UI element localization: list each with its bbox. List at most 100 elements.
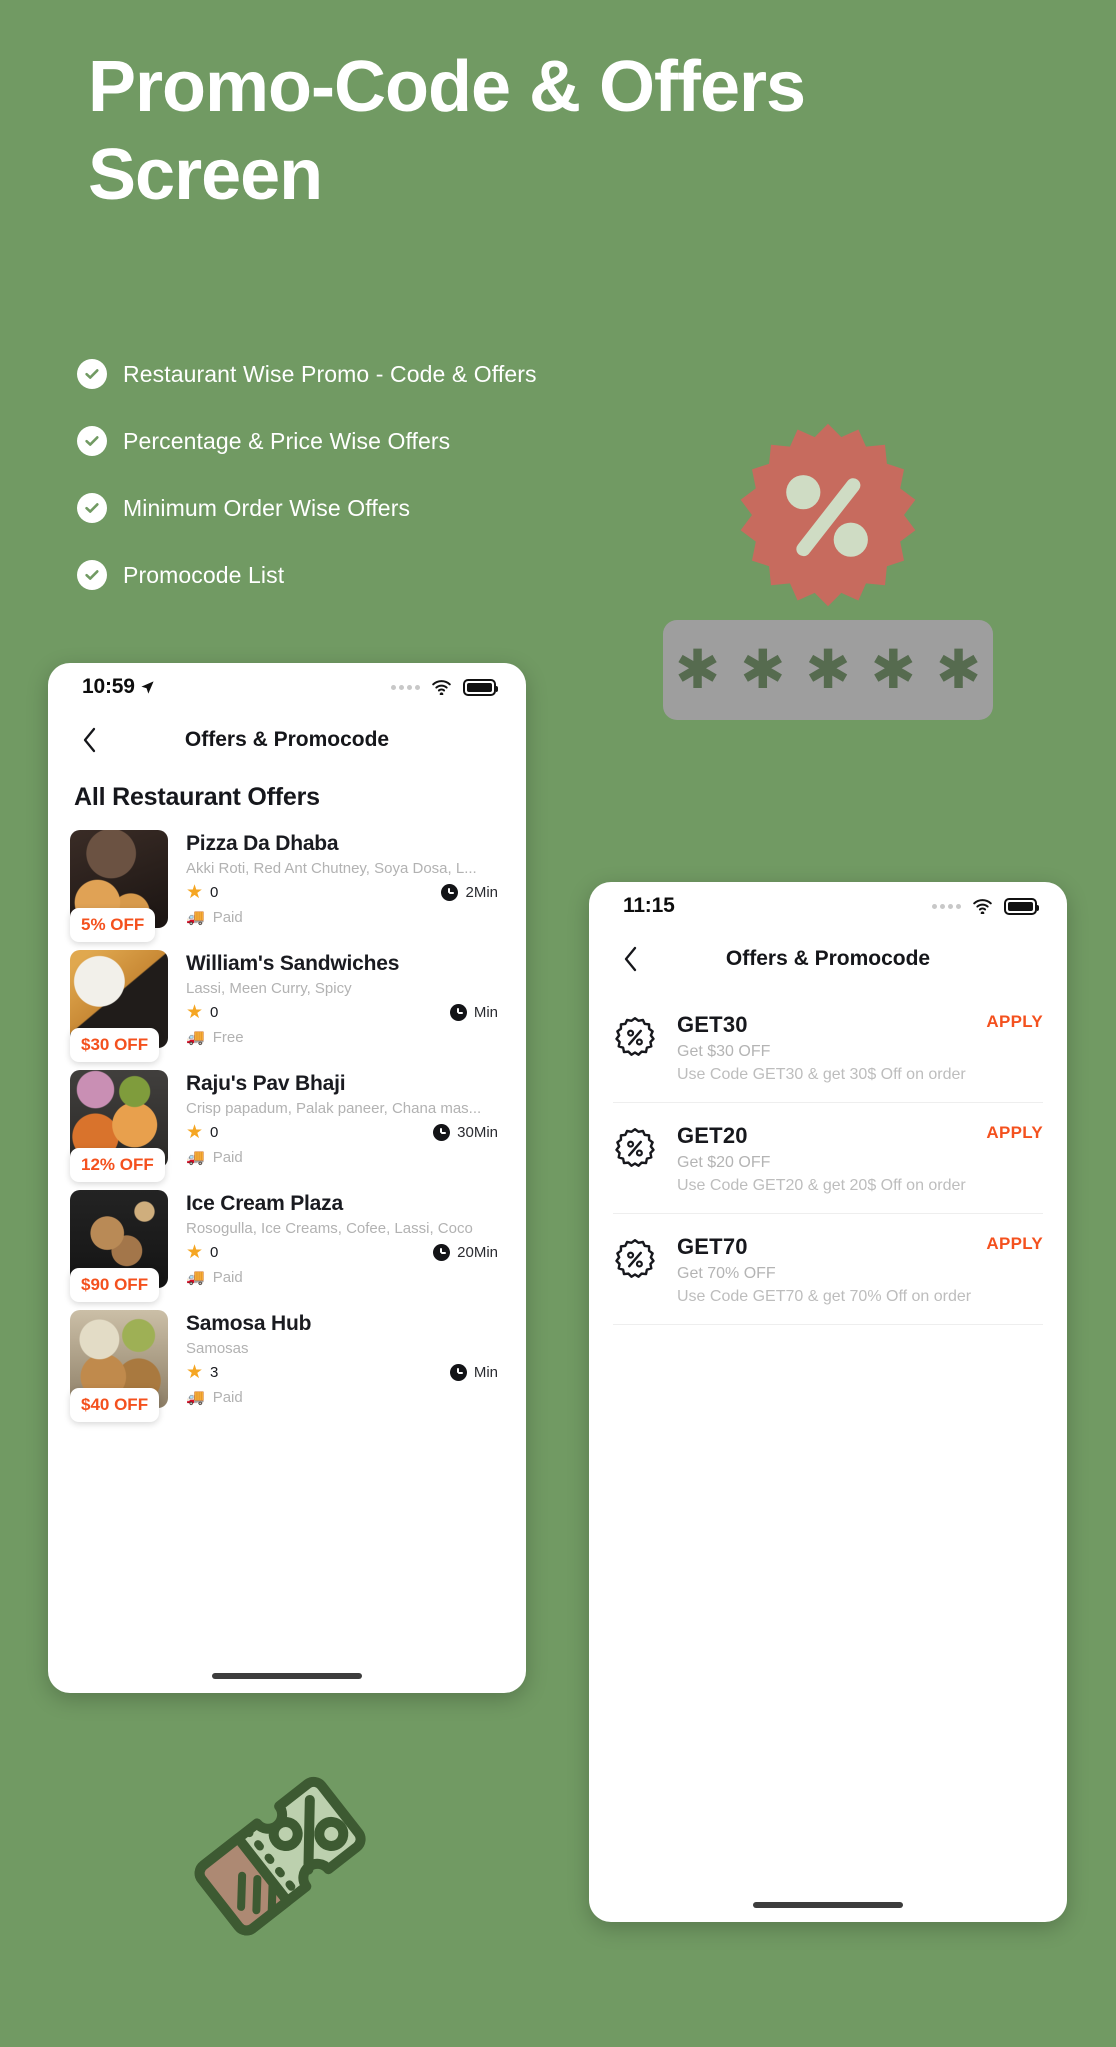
apply-button[interactable]: APPLY bbox=[986, 1234, 1043, 1254]
status-bar: 10:59 bbox=[48, 663, 526, 711]
restaurant-list-item[interactable]: $90 OFF Ice Cream Plaza Rosogulla, Ice C… bbox=[70, 1182, 504, 1302]
promocode-list-item[interactable]: GET20 APPLY Get $20 OFF Use Code GET20 &… bbox=[613, 1103, 1043, 1214]
rating-value: 0 bbox=[210, 1004, 219, 1021]
promocode-code: GET30 bbox=[677, 1012, 748, 1037]
rating-group: ★ 3 bbox=[186, 1363, 218, 1382]
delivery-time-group: Min bbox=[449, 1004, 498, 1021]
promocode-list-item[interactable]: GET30 APPLY Get $30 OFF Use Code GET30 &… bbox=[613, 992, 1043, 1103]
apply-button[interactable]: APPLY bbox=[986, 1012, 1043, 1032]
delivery-fee-group: 🚚 Free bbox=[186, 1029, 504, 1046]
restaurant-name: William's Sandwiches bbox=[186, 952, 400, 975]
restaurant-meta: ★ 3 Min bbox=[186, 1363, 504, 1382]
promocode-subtitle: Get $20 OFF bbox=[677, 1154, 771, 1171]
feature-item-2: Minimum Order Wise Offers bbox=[77, 486, 697, 530]
restaurant-list-item[interactable]: 5% OFF Pizza Da Dhaba Akki Roti, Red Ant… bbox=[70, 822, 504, 942]
offer-badge: $40 OFF bbox=[70, 1388, 160, 1422]
offer-badge: $30 OFF bbox=[70, 1028, 160, 1062]
delivery-time-value: Min bbox=[473, 1364, 498, 1381]
coupon-ticket-icon bbox=[188, 1745, 388, 1955]
restaurant-name: Raju's Pav Bhaji bbox=[186, 1072, 346, 1095]
nav-title: Offers & Promocode bbox=[725, 947, 931, 970]
restaurant-description: Lassi, Meen Curry, Spicy bbox=[186, 980, 352, 997]
status-time: 10:59 bbox=[82, 675, 135, 698]
asterisk-glyph: ✱ bbox=[740, 638, 786, 701]
apply-button[interactable]: APPLY bbox=[986, 1123, 1043, 1143]
asterisk-glyph: ✱ bbox=[870, 638, 916, 701]
restaurant-list-item[interactable]: 12% OFF Raju's Pav Bhaji Crisp papadum, … bbox=[70, 1062, 504, 1182]
feature-item-label: Percentage & Price Wise Offers bbox=[123, 427, 451, 454]
star-icon: ★ bbox=[186, 1362, 204, 1383]
feature-list: Restaurant Wise Promo - Code & Offers Pe… bbox=[77, 352, 697, 620]
status-icons bbox=[932, 897, 1039, 915]
feature-item-1: Percentage & Price Wise Offers bbox=[77, 419, 697, 463]
star-icon: ★ bbox=[186, 882, 204, 903]
restaurant-info: Pizza Da Dhaba Akki Roti, Red Ant Chutne… bbox=[186, 830, 504, 928]
feature-item-label: Restaurant Wise Promo - Code & Offers bbox=[123, 360, 537, 387]
offer-badge: 12% OFF bbox=[70, 1148, 165, 1182]
star-icon: ★ bbox=[186, 1242, 204, 1263]
restaurant-description: Samosas bbox=[186, 1340, 249, 1357]
rating-value: 3 bbox=[210, 1364, 219, 1381]
delivery-truck-icon: 🚚 bbox=[186, 1269, 205, 1286]
rating-value: 0 bbox=[210, 1244, 219, 1261]
delivery-fee-value: Free bbox=[212, 1029, 244, 1046]
section-title: All Restaurant Offers bbox=[74, 783, 320, 811]
rating-value: 0 bbox=[210, 884, 219, 901]
asterisk-glyph: ✱ bbox=[674, 638, 721, 701]
delivery-truck-icon: 🚚 bbox=[186, 1029, 205, 1046]
feature-item-label: Minimum Order Wise Offers bbox=[123, 494, 411, 521]
check-circle-icon bbox=[77, 493, 107, 523]
promocode-subtitle: Get 70% OFF bbox=[677, 1265, 776, 1282]
delivery-time-value: 2Min bbox=[465, 884, 498, 901]
wifi-icon bbox=[973, 899, 992, 914]
offer-badge: 5% OFF bbox=[70, 908, 156, 942]
promocode-description: Use Code GET70 & get 70% Off on order bbox=[677, 1288, 972, 1305]
promocode-description: Use Code GET20 & get 20$ Off on order bbox=[677, 1177, 966, 1194]
asterisk-glyph: ✱ bbox=[805, 638, 851, 701]
status-icons bbox=[391, 678, 498, 696]
star-icon: ★ bbox=[186, 1122, 204, 1143]
feature-item-label: Promocode List bbox=[123, 561, 285, 588]
clock-icon bbox=[433, 1124, 451, 1141]
promocode-body: GET20 APPLY Get $20 OFF Use Code GET20 &… bbox=[677, 1123, 1043, 1195]
restaurant-thumbnail: $90 OFF bbox=[70, 1190, 168, 1302]
promocode-head: GET20 APPLY bbox=[677, 1123, 1043, 1149]
battery-full-icon bbox=[1004, 897, 1039, 915]
restaurant-meta: ★ 0 Min bbox=[186, 1003, 504, 1022]
delivery-fee-value: Paid bbox=[212, 1389, 243, 1406]
restaurant-name: Pizza Da Dhaba bbox=[186, 832, 339, 855]
restaurant-thumbnail: 5% OFF bbox=[70, 830, 168, 942]
percent-badge-icon bbox=[733, 420, 923, 610]
home-indicator[interactable] bbox=[212, 1673, 362, 1679]
nav-title: Offers & Promocode bbox=[184, 728, 390, 751]
home-indicator[interactable] bbox=[753, 1902, 903, 1908]
promocode-subtitle: Get $30 OFF bbox=[677, 1043, 771, 1060]
restaurant-description: Akki Roti, Red Ant Chutney, Soya Dosa, L… bbox=[186, 860, 477, 877]
promocode-list: GET30 APPLY Get $30 OFF Use Code GET30 &… bbox=[589, 988, 1067, 1325]
clock-icon bbox=[449, 1364, 467, 1381]
restaurant-thumbnail: $40 OFF bbox=[70, 1310, 168, 1422]
restaurant-thumbnail: $30 OFF bbox=[70, 950, 168, 1062]
clock-icon bbox=[449, 1004, 467, 1021]
clock-icon bbox=[433, 1244, 451, 1261]
promocode-list-item[interactable]: GET70 APPLY Get 70% OFF Use Code GET70 &… bbox=[613, 1214, 1043, 1325]
percent-seal-icon bbox=[613, 1127, 657, 1171]
restaurant-info: Raju's Pav Bhaji Crisp papadum, Palak pa… bbox=[186, 1070, 504, 1168]
signal-dots-icon bbox=[932, 903, 961, 909]
check-circle-icon bbox=[77, 359, 107, 389]
delivery-fee-group: 🚚 Paid bbox=[186, 909, 504, 926]
promocode-description: Use Code GET30 & get 30$ Off on order bbox=[677, 1066, 966, 1083]
rating-group: ★ 0 bbox=[186, 1123, 218, 1142]
delivery-truck-icon: 🚚 bbox=[186, 1389, 205, 1406]
clock-icon bbox=[441, 884, 459, 901]
rating-group: ★ 0 bbox=[186, 883, 218, 902]
wifi-icon bbox=[432, 680, 451, 695]
delivery-time-group: 30Min bbox=[433, 1124, 498, 1141]
restaurant-list-item[interactable]: $40 OFF Samosa Hub Samosas ★ 3 Min 🚚 Pai… bbox=[70, 1302, 504, 1422]
percent-seal-icon bbox=[613, 1016, 657, 1060]
restaurant-list-item[interactable]: $30 OFF William's Sandwiches Lassi, Meen… bbox=[70, 942, 504, 1062]
back-button[interactable] bbox=[72, 723, 106, 757]
back-button[interactable] bbox=[613, 942, 647, 976]
restaurant-list: 5% OFF Pizza Da Dhaba Akki Roti, Red Ant… bbox=[48, 822, 526, 1422]
nav-bar: Offers & Promocode bbox=[48, 711, 526, 769]
